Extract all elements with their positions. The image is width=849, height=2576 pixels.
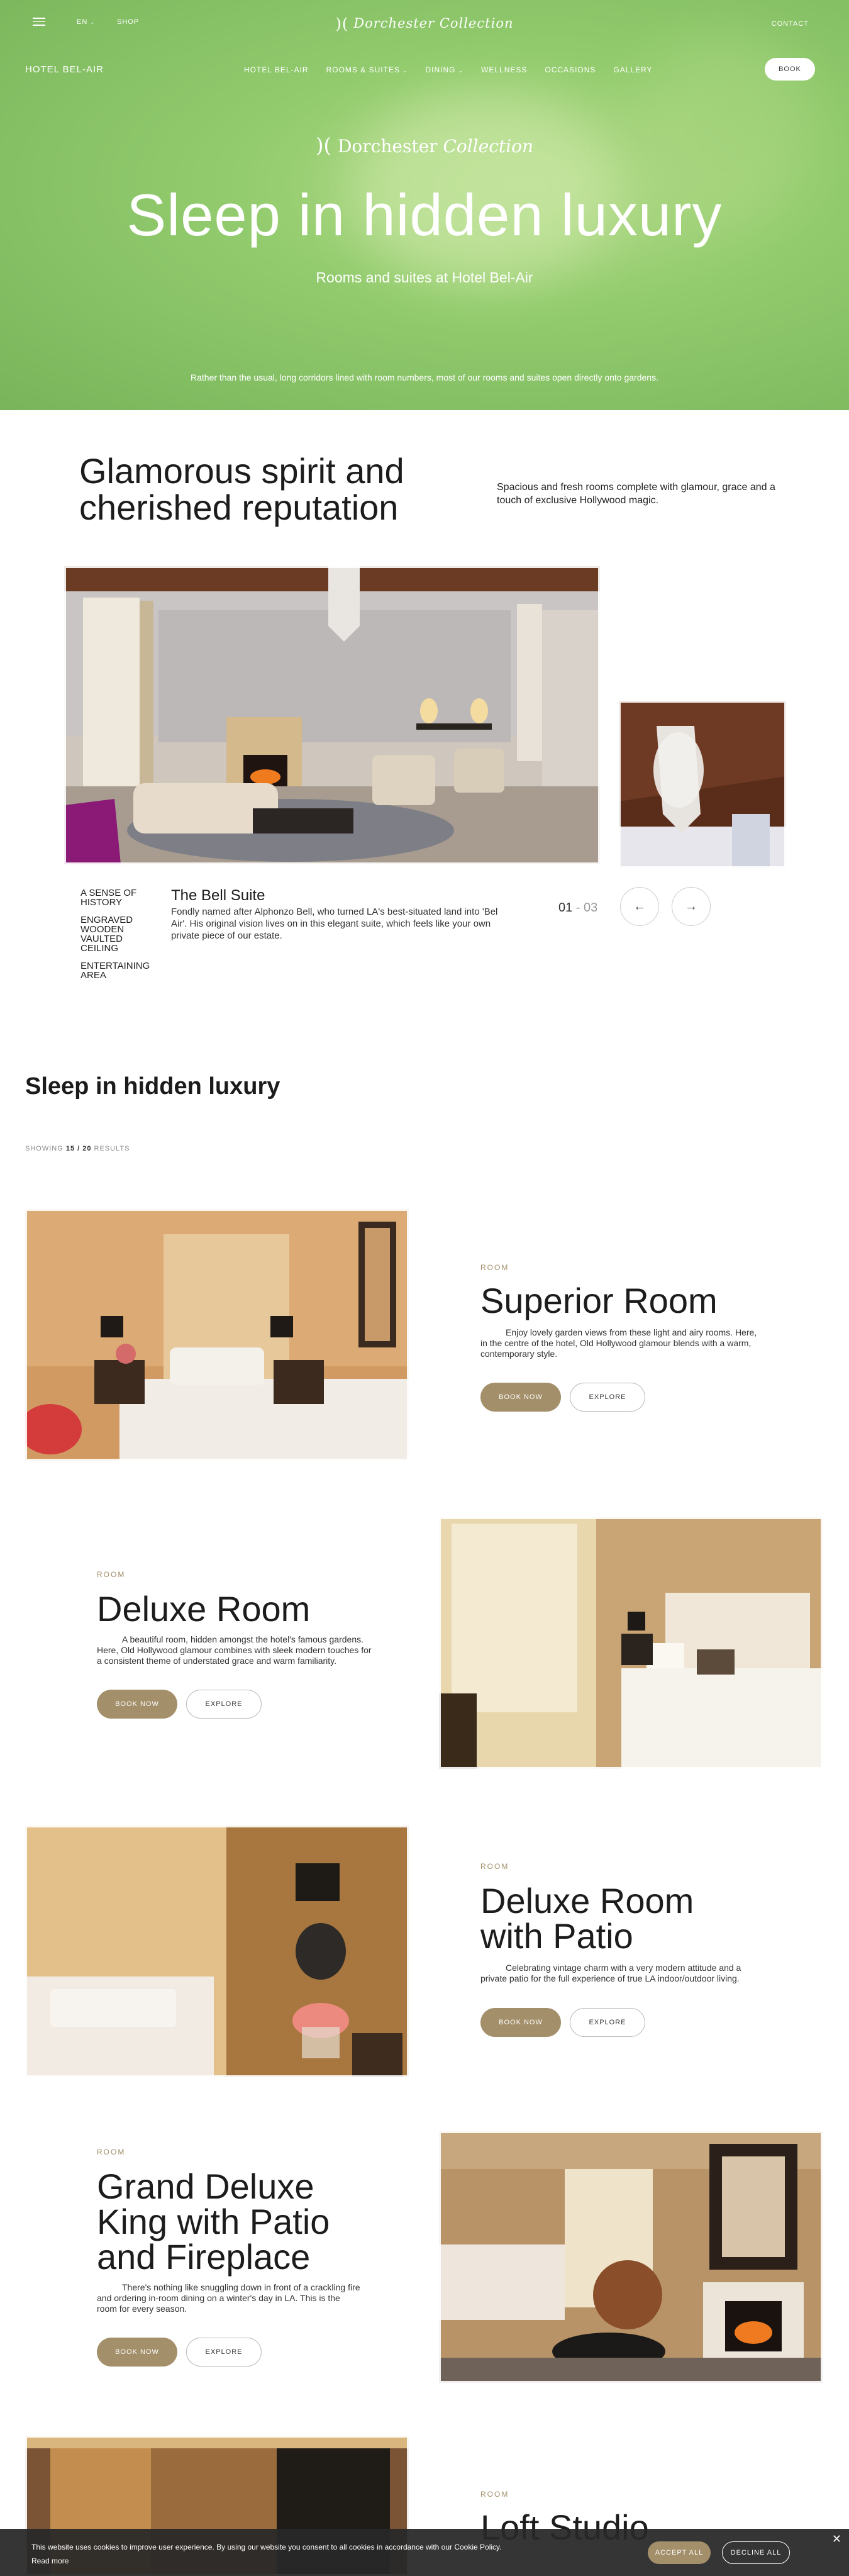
book-now-button[interactable]: BOOK NOW [97, 2338, 177, 2367]
room-kicker: ROOM [480, 1263, 509, 1272]
suite-description: Fondly named after Alphonzo Bell, who tu… [171, 906, 498, 941]
slide-counter: 01 - 03 [558, 901, 598, 915]
explore-button[interactable]: EXPLORE [186, 1690, 262, 1719]
grand-deluxe-room-image [439, 2131, 823, 2383]
room-kicker: ROOM [97, 1570, 126, 1579]
deluxe-room-image [439, 1517, 823, 1769]
book-now-button[interactable]: BOOK NOW [480, 1383, 561, 1412]
dorchester-logo-icon: )( [316, 133, 331, 157]
explore-button[interactable]: EXPLORE [570, 1383, 645, 1412]
close-icon[interactable]: ✕ [832, 2533, 841, 2546]
decline-all-button[interactable]: DECLINE ALL [722, 2541, 790, 2564]
tab-wooden-ceiling[interactable]: ENGRAVED WOODEN VAULTED CEILING [80, 915, 162, 953]
tab-entertaining-area[interactable]: ENTERTAINING AREA [80, 961, 162, 980]
deluxe-room-photo[interactable] [439, 1517, 823, 1769]
suite-feature-tabs: A SENSE OF HISTORY ENGRAVED WOODEN VAULT… [80, 888, 162, 988]
hero-section: EN ⌄ SHOP )(Dorchester Collection CONTAC… [0, 0, 849, 410]
room-kicker: ROOM [97, 2148, 126, 2156]
room-kicker: ROOM [480, 2490, 509, 2499]
main-nav: HOTEL BEL-AIR HOTEL BEL-AIR ROOMS & SUIT… [0, 58, 849, 81]
brand-logo[interactable]: )(Dorchester Collection [0, 15, 849, 33]
superior-room-image [25, 1209, 409, 1461]
room-desc-deluxe: A beautiful room, hidden amongst the hot… [97, 1634, 372, 1666]
top-bar: EN ⌄ SHOP )(Dorchester Collection CONTAC… [0, 15, 849, 33]
book-now-button[interactable]: BOOK NOW [480, 2008, 561, 2037]
intro-title: Glamorous spirit and cherished reputation [79, 451, 404, 527]
room-title-deluxe-patio: Deluxe Room with Patio [480, 1881, 694, 1956]
room-title-grand-deluxe: Grand Deluxe King with Patio and Firepla… [97, 2166, 330, 2277]
explore-button[interactable]: EXPLORE [570, 2008, 645, 2037]
cookie-text: This website uses cookies to improve use… [31, 2543, 502, 2551]
book-now-button[interactable]: BOOK NOW [97, 1690, 177, 1719]
grand-deluxe-room-photo[interactable] [439, 2131, 823, 2383]
room-title-superior: Superior Room [480, 1281, 718, 1320]
chevron-down-icon: ⌄ [458, 67, 464, 74]
contact-link[interactable]: CONTACT [772, 20, 809, 28]
suite-living-room-image [64, 566, 600, 864]
hero-note: Rather than the usual, long corridors li… [191, 372, 658, 382]
accept-all-button[interactable]: ACCEPT ALL [648, 2541, 711, 2564]
explore-button[interactable]: EXPLORE [186, 2338, 262, 2367]
tab-sense-of-history[interactable]: A SENSE OF HISTORY [80, 888, 162, 907]
hero-title: Sleep in hidden luxury [126, 182, 723, 248]
chandelier-image [619, 701, 786, 868]
dorchester-logo-icon: )( [335, 15, 349, 33]
nav-item-rooms[interactable]: ROOMS & SUITES ⌄ [326, 65, 408, 74]
room-desc-superior: Enjoy lovely garden views from these lig… [480, 1327, 757, 1359]
superior-room-photo[interactable] [25, 1209, 409, 1461]
chandelier-photo [619, 701, 786, 868]
arrow-left-icon: ← [633, 899, 646, 913]
intro-text: Spacious and fresh rooms complete with g… [497, 482, 775, 506]
prev-slide-button[interactable]: ← [620, 887, 659, 926]
cookie-read-more-link[interactable]: Read more [31, 2556, 69, 2565]
suite-title: The Bell Suite [171, 887, 265, 904]
room-title-deluxe: Deluxe Room [97, 1589, 311, 1629]
nav-item-hotel[interactable]: HOTEL BEL-AIR [244, 65, 309, 74]
nav-item-wellness[interactable]: WELLNESS [481, 65, 527, 74]
nav-item-gallery[interactable]: GALLERY [613, 65, 652, 74]
nav-links: HOTEL BEL-AIR ROOMS & SUITES ⌄ DINING ⌄ WE… [244, 65, 653, 74]
hotel-name[interactable]: HOTEL BEL-AIR [25, 64, 104, 75]
next-slide-button[interactable]: → [672, 887, 711, 926]
chevron-down-icon: ⌄ [402, 67, 408, 74]
book-button[interactable]: BOOK [765, 58, 815, 81]
room-desc-grand-deluxe: There's nothing like snuggling down in f… [97, 2282, 360, 2314]
nav-item-dining[interactable]: DINING ⌄ [425, 65, 463, 74]
hero-subtitle: Rooms and suites at Hotel Bel-Air [316, 269, 533, 286]
arrow-right-icon: → [685, 899, 697, 913]
deluxe-patio-room-photo[interactable] [25, 1826, 409, 2077]
results-count: SHOWING 15 / 20 RESULTS [25, 1145, 130, 1152]
list-title: Sleep in hidden luxury [25, 1073, 280, 1100]
room-kicker: ROOM [480, 1862, 509, 1871]
deluxe-patio-room-image [25, 1826, 409, 2077]
hero-brand-logo: )(Dorchester Collection [316, 133, 533, 157]
cookie-banner: This website uses cookies to improve use… [0, 2529, 849, 2576]
room-desc-deluxe-patio: Celebrating vintage charm with a very mo… [480, 1963, 741, 1983]
bell-suite-photo [64, 566, 600, 864]
nav-item-occasions[interactable]: OCCASIONS [545, 65, 596, 74]
